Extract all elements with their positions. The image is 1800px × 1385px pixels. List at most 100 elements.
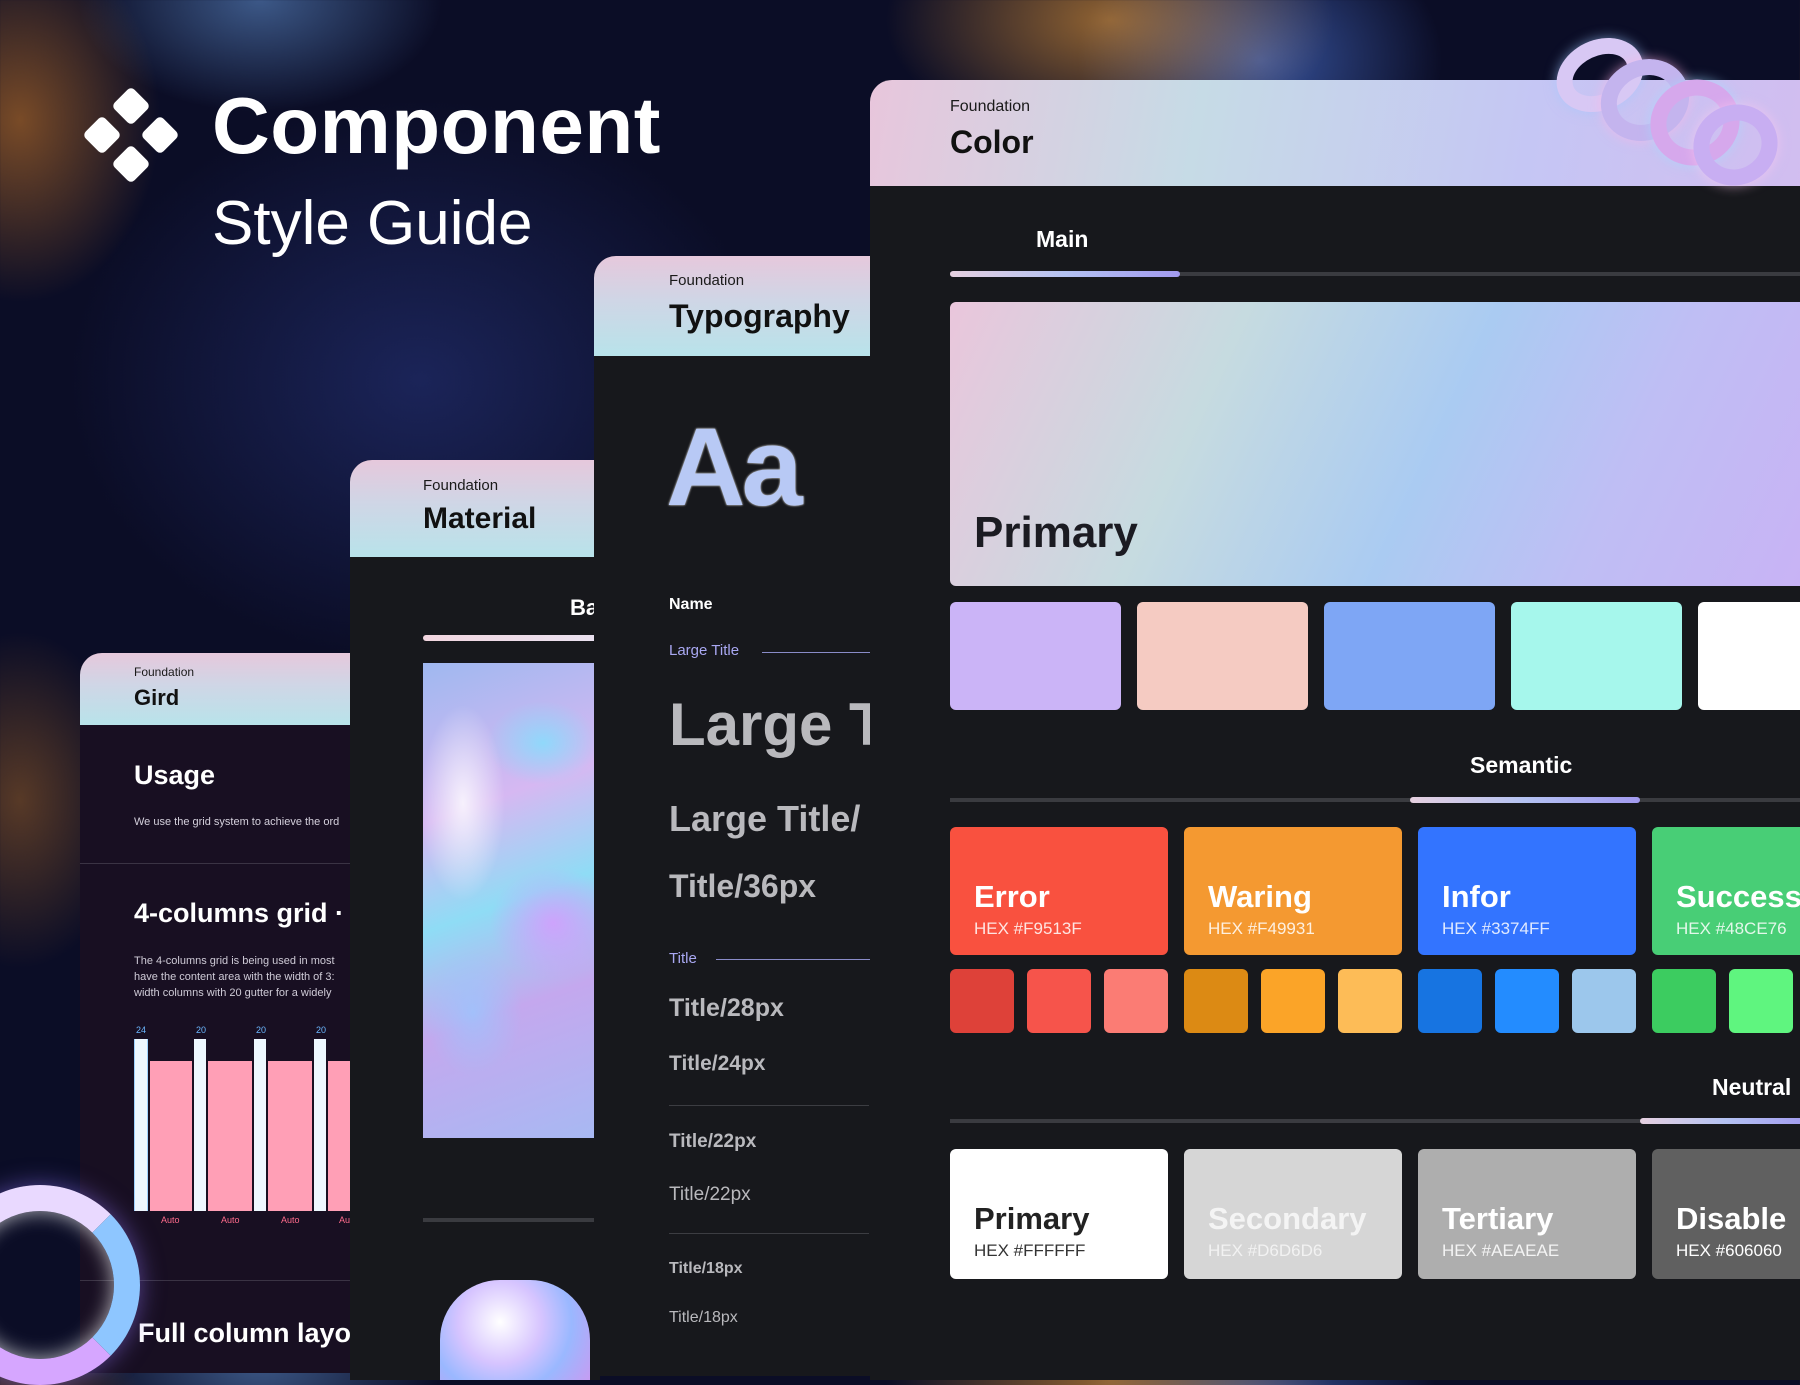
card-title: Gird <box>134 685 180 710</box>
info-shade-swatch <box>1572 969 1636 1033</box>
color-foundation-card: Foundation Color Main Primary Semantic E… <box>870 80 1800 1380</box>
title-22-sample: Title/22px <box>669 1131 757 1152</box>
info-shade-swatch <box>1495 969 1559 1033</box>
gutter-bar <box>134 1039 148 1211</box>
semantic-name: Infor <box>1442 879 1511 914</box>
title-24-sample: Title/24px <box>669 1052 766 1075</box>
section-heading: 4-columns grid · <box>134 898 345 928</box>
gutter-bar <box>314 1039 326 1211</box>
usage-text: We use the grid system to achieve the or… <box>134 816 340 828</box>
gutter-bar <box>254 1039 266 1211</box>
large-title-sub-sample: Large Title/ <box>669 798 861 839</box>
primary-swatch-blue <box>1324 602 1495 710</box>
name-label: Name <box>669 596 713 613</box>
gutter-bar <box>194 1039 206 1211</box>
semantic-warning-card: Waring HEX #F49931 <box>1184 827 1402 955</box>
title-22-sample: Title/22px <box>669 1184 751 1205</box>
warning-shade-swatch <box>1338 969 1402 1033</box>
typeface-glyph: Aa <box>666 406 803 529</box>
semantic-name: Waring <box>1208 879 1312 914</box>
column-label: Auto <box>221 1215 240 1225</box>
neutral-name: Primary <box>974 1201 1090 1236</box>
neutral-tertiary-card: Tertiary HEX #AEAEAE <box>1418 1149 1636 1279</box>
material-holographic-image <box>423 663 600 1138</box>
error-shade-swatch <box>1104 969 1168 1033</box>
card-kicker: Foundation <box>423 477 499 494</box>
divider <box>669 1105 869 1106</box>
success-shade-swatch <box>1652 969 1716 1033</box>
card-title: Typography <box>669 298 850 334</box>
title-18-sample: Title/18px <box>669 1260 743 1277</box>
gutter-label: 24 <box>136 1025 147 1035</box>
neutral-hex: HEX #FFFFFF <box>974 1241 1086 1260</box>
gutter-label: 20 <box>196 1025 207 1035</box>
tab-neutral[interactable]: Neutral <box>1712 1074 1791 1101</box>
neutral-name: Tertiary <box>1442 1201 1554 1236</box>
card-header: Foundation Material <box>350 460 600 557</box>
semantic-name: Error <box>974 879 1050 914</box>
heart-decoration <box>440 1280 590 1380</box>
card-kicker: Foundation <box>950 98 1031 115</box>
large-title-sample: Large T <box>669 691 870 758</box>
spiral-decoration <box>1544 20 1791 200</box>
semantic-success-card: Success HEX #48CE76 <box>1652 827 1800 955</box>
semantic-hex: HEX #3374FF <box>1442 919 1550 938</box>
card-title: Color <box>950 124 1034 160</box>
brand-title: Component <box>212 81 661 170</box>
neutral-secondary-card: Secondary HEX #D6D6D6 <box>1184 1149 1402 1279</box>
column-bar <box>208 1061 252 1211</box>
semantic-error-card: Error HEX #F9513F <box>950 827 1168 955</box>
label-rule <box>716 959 870 960</box>
warning-shade-swatch <box>1184 969 1248 1033</box>
primary-label: Primary <box>974 508 1138 557</box>
divider <box>669 1233 869 1234</box>
column-label: Auto <box>281 1215 300 1225</box>
primary-swatch-mint <box>1511 602 1682 710</box>
error-shade-swatch <box>950 969 1014 1033</box>
primary-color-panel: Primary <box>950 302 1800 586</box>
column-bar <box>150 1061 192 1211</box>
card-title: Material <box>423 502 537 535</box>
typography-foundation-card: Foundation Typography Aa Name Large Titl… <box>594 256 870 1376</box>
title-label: Title <box>669 950 697 967</box>
neutral-hex: HEX #606060 <box>1676 1241 1782 1260</box>
title-36-sample: Title/36px <box>669 868 817 904</box>
divider <box>80 863 350 864</box>
tab-active-indicator <box>423 635 600 641</box>
semantic-info-card: Infor HEX #3374FF <box>1418 827 1636 955</box>
neutral-name: Disable <box>1676 1201 1787 1236</box>
error-shade-swatch <box>1027 969 1091 1033</box>
usage-heading: Usage <box>134 760 216 790</box>
brand-subtitle: Style Guide <box>212 189 533 258</box>
column-bar <box>268 1061 312 1211</box>
tab-active-indicator <box>1640 1118 1800 1124</box>
card-kicker: Foundation <box>669 272 745 289</box>
gutter-label: 20 <box>316 1025 327 1035</box>
tab-main[interactable]: Main <box>1036 226 1088 253</box>
card-header: Foundation Typography <box>594 256 870 356</box>
column-label: Auto <box>161 1215 180 1225</box>
success-shade-swatch <box>1729 969 1793 1033</box>
primary-swatch-lavender <box>950 602 1121 710</box>
tab-active-indicator <box>1410 797 1640 803</box>
bottom-heading: Full column layo <box>138 1318 350 1348</box>
column-label: Au <box>339 1215 350 1225</box>
section-text-line: The 4-columns grid is being used in most <box>134 955 335 967</box>
neutral-hex: HEX #AEAEAE <box>1442 1241 1560 1260</box>
semantic-hex: HEX #48CE76 <box>1676 919 1787 938</box>
large-title-label: Large Title <box>669 642 740 659</box>
card-kicker: Foundation <box>134 665 195 679</box>
primary-swatch-white <box>1698 602 1800 710</box>
tab-active-indicator <box>950 271 1180 277</box>
tab-semantic[interactable]: Semantic <box>1470 752 1572 779</box>
section-text-line: have the content area with the width of … <box>134 971 335 983</box>
title-28-sample: Title/28px <box>669 994 784 1022</box>
section-text-line: width columns with 20 gutter for a widel… <box>134 987 332 999</box>
info-shade-swatch <box>1418 969 1482 1033</box>
neutral-disable-card: Disable HEX #606060 <box>1652 1149 1800 1279</box>
column-bar <box>328 1061 350 1211</box>
neutral-hex: HEX #D6D6D6 <box>1208 1241 1323 1260</box>
divider <box>423 1218 600 1222</box>
warning-shade-swatch <box>1261 969 1325 1033</box>
tab-track <box>950 798 1800 802</box>
